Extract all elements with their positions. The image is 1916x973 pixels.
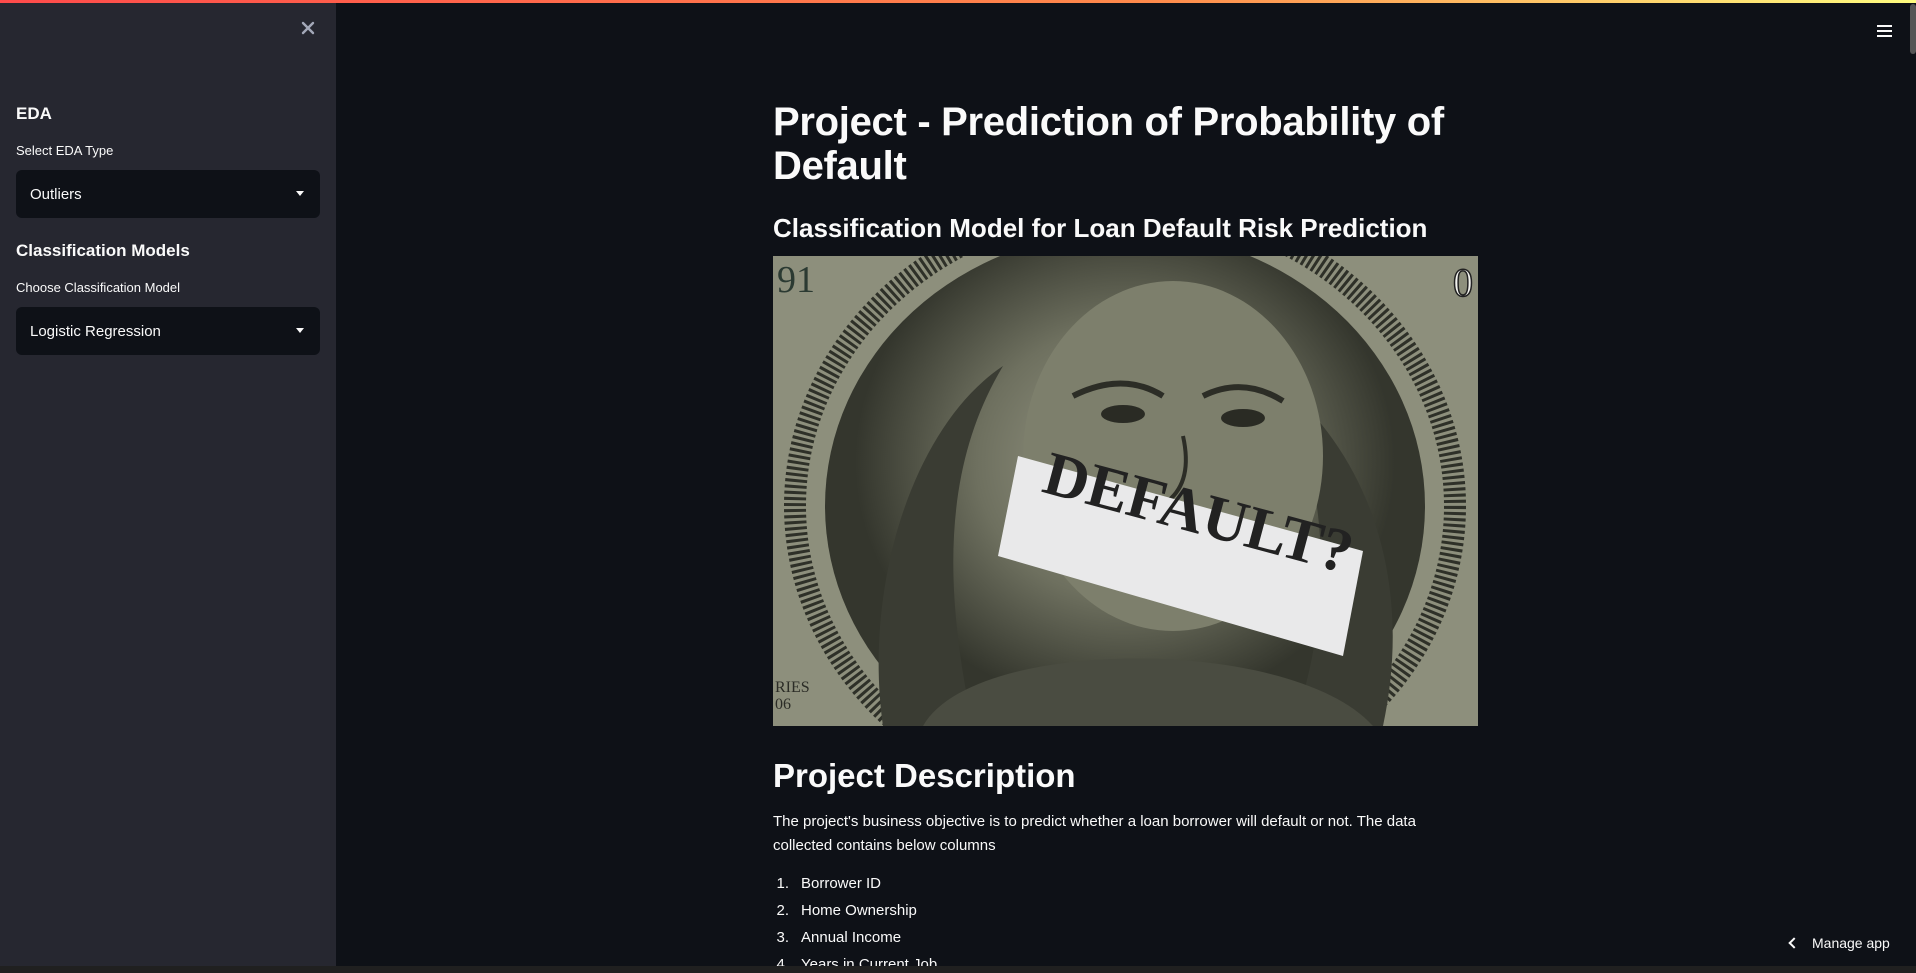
page-subtitle: Classification Model for Loan Default Ri…	[773, 213, 1428, 243]
chevron-down-icon	[296, 191, 304, 196]
bill-series-label: RIES	[775, 679, 810, 696]
list-item-number: 3.	[776, 929, 789, 946]
project-description-text: The project's business objective is to p…	[773, 813, 1416, 854]
sidebar: EDA Select EDA Type Outliers Classificat…	[0, 0, 336, 973]
project-description-heading: Project Description	[773, 757, 1076, 794]
chevron-down-icon	[296, 328, 304, 333]
manage-app-button[interactable]: Manage app	[1786, 930, 1890, 956]
chevron-left-icon	[1788, 937, 1800, 949]
hamburger-menu-icon	[1876, 25, 1892, 27]
list-item: 2. Home Ownership	[773, 897, 1478, 924]
main-content: Project - Prediction of Probability of D…	[773, 100, 1478, 973]
hamburger-menu-icon-line	[1876, 35, 1892, 37]
classification-model-selected-value: Logistic Regression	[30, 322, 161, 340]
eda-type-selected-value: Outliers	[30, 185, 82, 203]
list-item-label: Home Ownership	[801, 902, 917, 919]
dollar-bill-illustration: DEFAULT? 91 0 RIES 06	[773, 256, 1478, 726]
eda-heading: EDA	[16, 104, 52, 123]
page-title: Project - Prediction of Probability of D…	[773, 100, 1444, 188]
close-sidebar-button[interactable]	[296, 16, 320, 40]
model-select-label: Choose Classification Model	[16, 280, 181, 295]
list-item: 1. Borrower ID	[773, 870, 1478, 897]
close-icon	[301, 21, 315, 35]
list-item-label: Annual Income	[801, 929, 902, 946]
bill-serial-top-left: 91	[777, 259, 815, 301]
bill-series-number: 06	[775, 696, 791, 713]
default-dollar-bill-image: DEFAULT? 91 0 RIES 06	[773, 256, 1478, 726]
list-item-number: 1.	[776, 875, 789, 892]
hamburger-menu-icon-line	[1876, 30, 1892, 32]
bill-corner-top-right: 0	[1453, 260, 1473, 305]
top-decoration-bar	[0, 0, 1916, 3]
main-scrollbar[interactable]	[1910, 4, 1916, 54]
list-item-label: Borrower ID	[801, 875, 882, 892]
list-item: 3. Annual Income	[773, 924, 1478, 951]
columns-list: 1. Borrower ID 2. Home Ownership 3. Annual …	[773, 870, 1478, 973]
eda-select-label: Select EDA Type	[16, 143, 114, 158]
manage-app-label: Manage app	[1812, 935, 1890, 951]
classification-models-heading: Classification Models	[16, 241, 190, 260]
bottom-bar	[0, 966, 1916, 973]
main-menu-button[interactable]	[1868, 20, 1900, 42]
eda-type-select[interactable]: Outliers	[16, 170, 320, 218]
classification-model-select[interactable]: Logistic Regression	[16, 307, 320, 355]
list-item-number: 2.	[776, 902, 789, 919]
